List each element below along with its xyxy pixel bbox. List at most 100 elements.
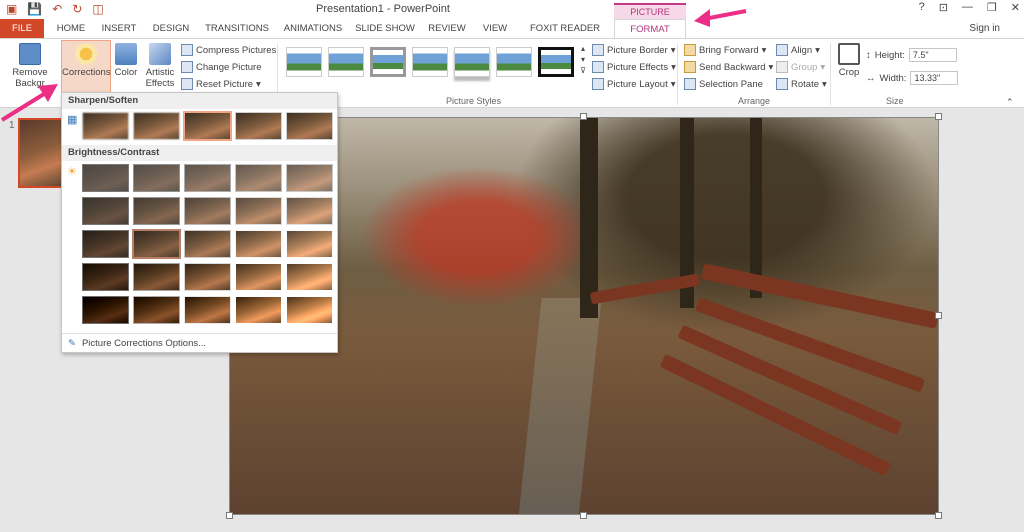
sharpen-preset[interactable] bbox=[183, 111, 232, 141]
crop-icon bbox=[838, 43, 860, 65]
brightness-contrast-preset[interactable] bbox=[286, 263, 333, 291]
picture-style-4[interactable] bbox=[412, 47, 448, 77]
brightness-contrast-preset[interactable] bbox=[235, 263, 282, 291]
picture-layout-button[interactable]: Picture Layout ▾ bbox=[592, 78, 676, 90]
picture-border-button[interactable]: Picture Border ▾ bbox=[592, 44, 676, 56]
brightness-contrast-preset[interactable] bbox=[82, 197, 129, 225]
brightness-contrast-preset[interactable] bbox=[82, 164, 129, 192]
rotate-button[interactable]: Rotate ▾ bbox=[776, 78, 827, 90]
brightness-contrast-preset[interactable] bbox=[235, 197, 282, 225]
bring-forward-icon bbox=[684, 44, 696, 56]
picture-style-3[interactable] bbox=[370, 47, 406, 77]
sign-in-link[interactable]: Sign in bbox=[969, 23, 1000, 34]
sharpen-preset[interactable] bbox=[82, 112, 129, 140]
reset-picture-icon bbox=[181, 78, 193, 90]
brightness-contrast-preset[interactable] bbox=[235, 296, 282, 324]
brightness-contrast-preset[interactable] bbox=[132, 229, 181, 259]
resize-handle[interactable] bbox=[226, 512, 233, 519]
tab-animations[interactable]: ANIMATIONS bbox=[280, 19, 346, 38]
brightness-contrast-preset[interactable] bbox=[286, 197, 333, 225]
tab-design[interactable]: DESIGN bbox=[148, 19, 194, 38]
brightness-contrast-preset[interactable] bbox=[184, 197, 231, 225]
ribbon-display-options-button[interactable]: ⊡ bbox=[939, 1, 948, 14]
align-button[interactable]: Align ▾ bbox=[776, 44, 820, 56]
remove-background-icon bbox=[19, 43, 41, 65]
redo-icon[interactable]: ↻ bbox=[72, 2, 82, 17]
tab-slide-show[interactable]: SLIDE SHOW bbox=[354, 19, 416, 38]
resize-handle[interactable] bbox=[935, 113, 942, 120]
tab-transitions[interactable]: TRANSITIONS bbox=[202, 19, 272, 38]
brightness-contrast-preset[interactable] bbox=[133, 296, 180, 324]
brightness-contrast-preset[interactable] bbox=[82, 263, 129, 291]
window-title: Presentation1 - PowerPoint bbox=[316, 3, 450, 15]
sharpen-preset[interactable] bbox=[286, 112, 333, 140]
brightness-contrast-preset[interactable] bbox=[235, 164, 282, 192]
picture-corrections-options-item[interactable]: ✎ Picture Corrections Options... bbox=[62, 333, 337, 353]
artistic-effects-button[interactable]: Artistic Effects bbox=[142, 43, 178, 89]
help-button[interactable]: ? bbox=[919, 1, 925, 14]
brightness-contrast-preset[interactable] bbox=[184, 164, 231, 192]
width-input[interactable]: 13.33" bbox=[910, 71, 959, 85]
tab-review[interactable]: REVIEW bbox=[424, 19, 470, 38]
bring-forward-button[interactable]: Bring Forward ▾ bbox=[684, 44, 766, 56]
selection-pane-button[interactable]: Selection Pane bbox=[684, 78, 763, 90]
slide-number: 1 bbox=[9, 120, 15, 131]
picture-path bbox=[518, 298, 602, 514]
resize-handle[interactable] bbox=[580, 113, 587, 120]
brightness-contrast-preset[interactable] bbox=[184, 296, 231, 324]
brightness-contrast-preset[interactable] bbox=[184, 263, 231, 291]
picture-style-5[interactable] bbox=[454, 47, 490, 77]
sharpen-icon: ▦ bbox=[67, 114, 78, 126]
brightness-contrast-preset[interactable] bbox=[286, 230, 333, 258]
brightness-contrast-preset[interactable] bbox=[286, 164, 333, 192]
brightness-contrast-preset[interactable] bbox=[82, 296, 129, 324]
color-button[interactable]: Color bbox=[112, 43, 140, 78]
rotate-icon bbox=[776, 78, 788, 90]
brightness-contrast-preset[interactable] bbox=[184, 230, 231, 258]
reset-picture-button[interactable]: Reset Picture ▾ bbox=[181, 78, 261, 90]
picture-styles-scroll[interactable]: ▴ ▾ ⊽ bbox=[578, 43, 588, 76]
tab-insert[interactable]: INSERT bbox=[98, 19, 140, 38]
brightness-contrast-preset[interactable] bbox=[133, 197, 180, 225]
change-picture-button[interactable]: Change Picture bbox=[181, 61, 261, 73]
brightness-contrast-presets bbox=[82, 164, 333, 324]
slide-thumbnail-1[interactable] bbox=[18, 118, 66, 188]
picture-style-2[interactable] bbox=[328, 47, 364, 77]
quick-access-toolbar: ▣ 💾 ↶ ↻ ◫ bbox=[6, 2, 104, 17]
collapse-ribbon-button[interactable]: ⌃ bbox=[1006, 97, 1014, 108]
corrections-button[interactable]: Corrections bbox=[62, 43, 111, 78]
crop-button[interactable]: Crop bbox=[836, 43, 862, 78]
picture-style-7[interactable] bbox=[538, 47, 574, 77]
group-button[interactable]: Group ▾ bbox=[776, 61, 825, 73]
brightness-contrast-preset[interactable] bbox=[133, 263, 180, 291]
picture-effects-button[interactable]: Picture Effects ▾ bbox=[592, 61, 676, 73]
restore-button[interactable]: ❐ bbox=[987, 1, 997, 14]
tab-file[interactable]: FILE bbox=[0, 19, 44, 38]
minimize-button[interactable]: — bbox=[962, 1, 973, 14]
undo-icon[interactable]: ↶ bbox=[52, 2, 62, 17]
start-from-beginning-icon[interactable]: ◫ bbox=[92, 2, 103, 17]
picture-style-6[interactable] bbox=[496, 47, 532, 77]
tab-foxit-reader-pdf[interactable]: FOXIT READER PDF bbox=[520, 19, 610, 53]
sharpen-preset[interactable] bbox=[235, 112, 282, 140]
close-button[interactable]: ✕ bbox=[1011, 1, 1020, 14]
brightness-contrast-preset[interactable] bbox=[235, 230, 282, 258]
brightness-contrast-preset[interactable] bbox=[82, 230, 129, 258]
height-input[interactable]: 7.5" bbox=[908, 48, 957, 62]
resize-handle[interactable] bbox=[935, 312, 942, 319]
resize-handle[interactable] bbox=[935, 512, 942, 519]
tab-format[interactable]: FORMAT bbox=[614, 19, 686, 39]
sharpen-preset[interactable] bbox=[133, 112, 180, 140]
brightness-contrast-preset[interactable] bbox=[133, 164, 180, 192]
height-icon: ↕ bbox=[866, 49, 871, 61]
tab-home[interactable]: HOME bbox=[52, 19, 90, 38]
picture-style-1[interactable] bbox=[286, 47, 322, 77]
brightness-contrast-preset[interactable] bbox=[286, 296, 333, 324]
remove-background-button[interactable]: Remove Backgr bbox=[4, 43, 56, 89]
save-icon[interactable]: 💾 bbox=[27, 2, 42, 17]
send-backward-button[interactable]: Send Backward ▾ bbox=[684, 61, 773, 73]
width-control: ↔ Width: 13.33" bbox=[866, 71, 959, 85]
resize-handle[interactable] bbox=[580, 512, 587, 519]
compress-pictures-button[interactable]: Compress Pictures bbox=[181, 44, 276, 56]
tab-view[interactable]: VIEW bbox=[478, 19, 512, 38]
